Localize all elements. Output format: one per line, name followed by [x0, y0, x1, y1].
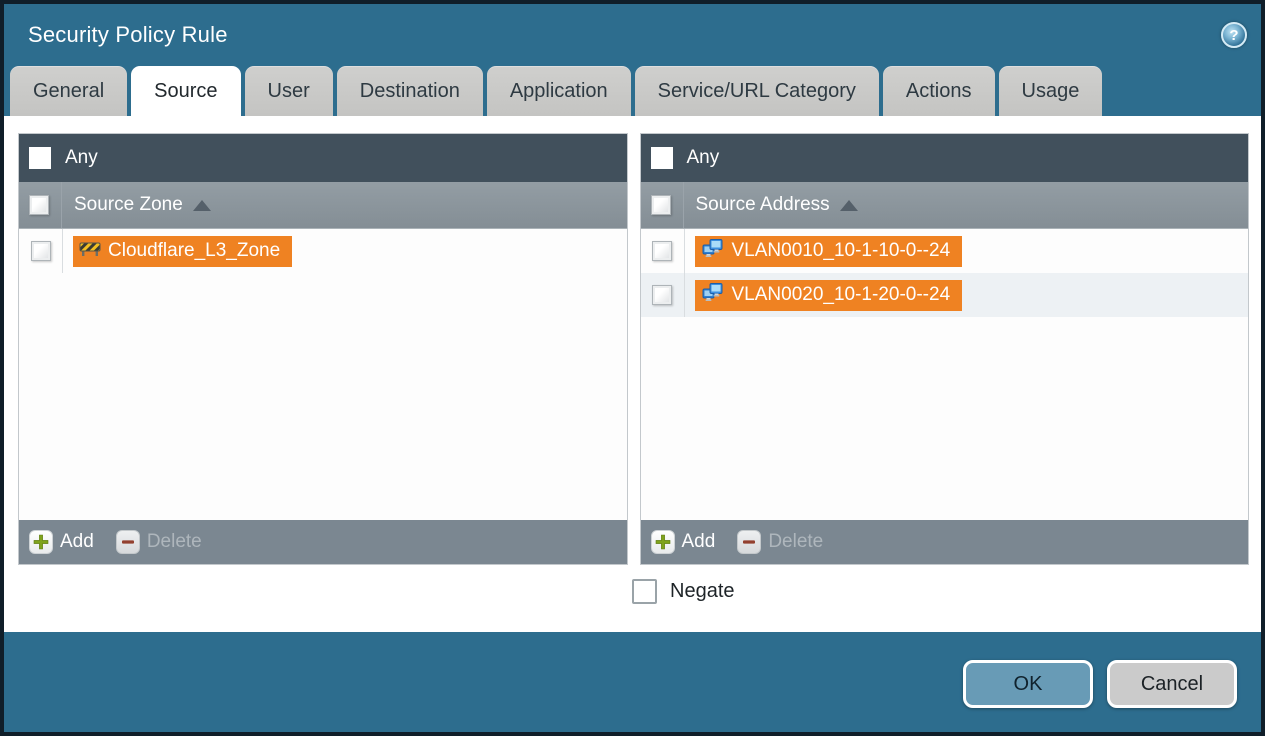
tab-usage[interactable]: Usage	[998, 66, 1103, 116]
page-title: Security Policy Rule	[28, 22, 228, 47]
row-checkbox[interactable]	[652, 241, 672, 261]
source-address-column-header[interactable]: Source Address	[640, 182, 1248, 229]
dialog-content: Any Source Zone Cloudflare_L3_Zone Add D…	[4, 116, 1261, 632]
delete-button[interactable]: Delete	[737, 530, 823, 554]
column-title: Source Zone	[74, 194, 183, 215]
object-chip[interactable]: VLAN0010_10-1-10-0--24	[694, 235, 963, 267]
any-label: Any	[65, 147, 98, 168]
negate-checkbox[interactable]	[632, 579, 657, 604]
add-label: Add	[681, 531, 716, 552]
source-zone-toolbar: Add Delete	[19, 520, 627, 564]
sort-ascending-icon	[839, 199, 858, 211]
add-plus-icon	[650, 530, 675, 554]
column-title: Source Address	[695, 194, 830, 215]
source-address-list: VLAN0010_10-1-10-0--24 VLAN0020_10-1-20-…	[640, 229, 1249, 520]
help-icon[interactable]: ?	[1221, 22, 1247, 48]
tab-general[interactable]: General	[10, 66, 128, 116]
tab-source[interactable]: Source	[131, 66, 241, 116]
select-all-checkbox[interactable]	[650, 195, 671, 215]
tab-destination[interactable]: Destination	[336, 66, 483, 116]
negate-row: Negate	[632, 579, 1249, 604]
table-row[interactable]: VLAN0020_10-1-20-0--24	[640, 273, 1248, 317]
table-row[interactable]: Cloudflare_L3_Zone	[19, 229, 627, 273]
delete-button[interactable]: Delete	[115, 530, 202, 554]
zone-icon	[79, 240, 101, 263]
tab-application[interactable]: Application	[486, 66, 631, 116]
delete-minus-icon	[115, 530, 140, 554]
delete-minus-icon	[737, 530, 762, 554]
table-row[interactable]: VLAN0010_10-1-10-0--24	[641, 229, 1249, 273]
security-policy-rule-dialog: Security Policy Rule ? General Source User…	[0, 0, 1265, 736]
column-separator	[61, 182, 62, 228]
address-icon	[701, 282, 725, 308]
add-plus-icon	[29, 530, 53, 554]
ok-button[interactable]: OK	[963, 660, 1093, 708]
column-separator	[682, 182, 684, 228]
source-address-toolbar: Add Delete	[640, 520, 1248, 564]
tab-user[interactable]: User	[244, 66, 333, 116]
select-all-checkbox[interactable]	[29, 195, 49, 215]
add-label: Add	[60, 531, 94, 552]
any-label: Any	[686, 147, 720, 168]
add-button[interactable]: Add	[650, 530, 716, 554]
row-checkbox[interactable]	[30, 241, 51, 261]
title-bar: Security Policy Rule ?	[4, 4, 1261, 66]
source-zone-panel: Any Source Zone Cloudflare_L3_Zone Add D…	[18, 133, 628, 565]
tab-service-url-category[interactable]: Service/URL Category	[634, 66, 879, 116]
source-zone-column-header[interactable]: Source Zone	[19, 182, 627, 229]
delete-label: Delete	[768, 531, 824, 552]
sort-ascending-icon	[192, 199, 211, 211]
negate-label: Negate	[670, 580, 735, 602]
any-checkbox[interactable]	[650, 147, 673, 169]
address-icon	[701, 238, 725, 264]
dialog-footer: OK Cancel	[4, 632, 1261, 732]
object-chip[interactable]: Cloudflare_L3_Zone	[73, 235, 293, 267]
any-checkbox[interactable]	[29, 147, 51, 169]
source-address-any-bar: Any	[640, 134, 1248, 182]
tab-bar: General Source User Destination Application S…	[4, 66, 1261, 116]
source-zone-any-bar: Any	[19, 134, 627, 182]
row-checkbox[interactable]	[652, 285, 672, 305]
source-address-panel: Any Source Address VLAN0010_10-1-10-0--2…	[639, 133, 1249, 565]
tab-actions[interactable]: Actions	[882, 66, 995, 116]
delete-label: Delete	[146, 531, 202, 552]
cancel-button[interactable]: Cancel	[1107, 660, 1237, 708]
panels-container: Any Source Zone Cloudflare_L3_Zone Add D…	[18, 133, 1249, 565]
add-button[interactable]: Add	[29, 530, 94, 554]
source-zone-list: Cloudflare_L3_Zone	[19, 229, 627, 520]
object-chip[interactable]: VLAN0020_10-1-20-0--24	[694, 279, 963, 311]
